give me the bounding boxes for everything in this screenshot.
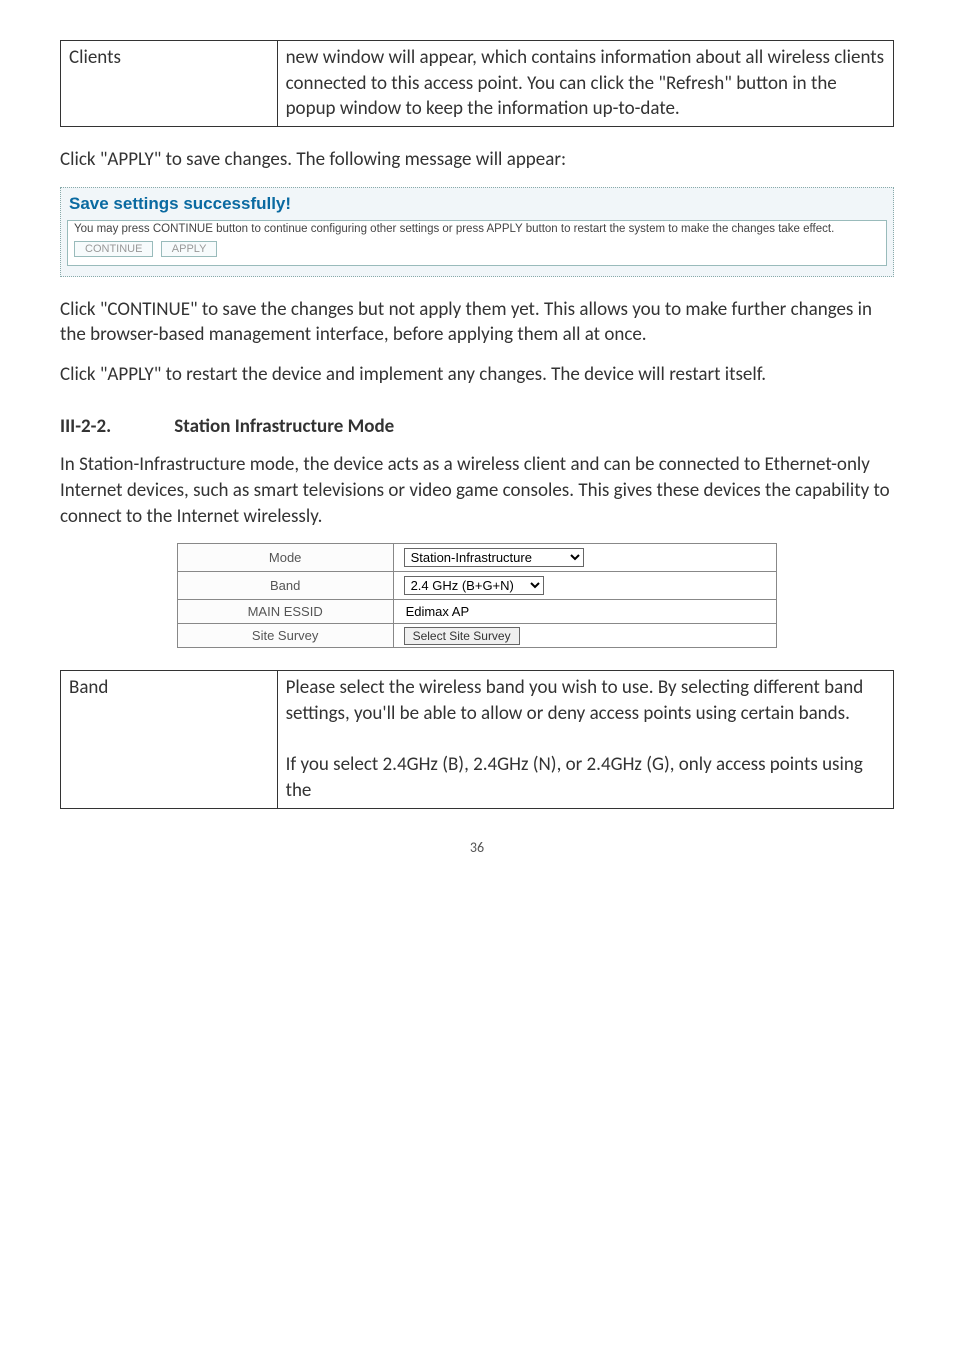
select-site-survey-button[interactable]: Select Site Survey (404, 627, 520, 645)
band-desc-p2: If you select 2.4GHz (B), 2.4GHz (N), or… (286, 753, 863, 802)
band-value-cell: 2.4 GHz (B+G+N) (393, 572, 777, 600)
save-settings-fieldset: You may press CONTINUE button to continu… (67, 220, 887, 266)
continue-button[interactable]: CONTINUE (74, 241, 153, 257)
clients-desc-cell: new window will appear, which contains i… (277, 41, 893, 127)
station-mode-para: In Station-Infrastructure mode, the devi… (60, 452, 894, 529)
band-desc-p1: Please select the wireless band you wish… (286, 676, 864, 725)
continue-explain-para: Click "CONTINUE" to save the changes but… (60, 297, 894, 348)
section-title: Station Infrastructure Mode (174, 415, 394, 438)
page-number: 36 (60, 839, 894, 856)
essid-input[interactable] (404, 604, 628, 619)
save-settings-title: Save settings successfully! (69, 194, 887, 214)
band-desc-cell: Please select the wireless band you wish… (277, 671, 893, 808)
apply-button[interactable]: APPLY (161, 241, 218, 257)
band-label-cell: Band (61, 671, 278, 808)
mode-value-cell: Station-Infrastructure (393, 544, 777, 572)
essid-label: MAIN ESSID (177, 600, 393, 624)
save-settings-panel: Save settings successfully! You may pres… (60, 187, 894, 277)
band-desc-table: Band Please select the wireless band you… (60, 670, 894, 808)
section-heading: III-2-2. Station Infrastructure Mode (60, 415, 894, 438)
survey-value-cell: Select Site Survey (393, 624, 777, 648)
survey-label: Site Survey (177, 624, 393, 648)
section-number: III-2-2. (60, 415, 170, 438)
mode-select[interactable]: Station-Infrastructure (404, 548, 584, 567)
band-select[interactable]: 2.4 GHz (B+G+N) (404, 576, 544, 595)
band-label: Band (177, 572, 393, 600)
clients-label-cell: Clients (61, 41, 278, 127)
save-settings-message: You may press CONTINUE button to continu… (74, 223, 880, 235)
clients-desc-table: Clients new window will appear, which co… (60, 40, 894, 127)
essid-value-cell (393, 600, 777, 624)
config-table-screenshot: Mode Station-Infrastructure Band 2.4 GHz… (177, 543, 777, 648)
mode-label: Mode (177, 544, 393, 572)
apply-instruction-para: Click "APPLY" to save changes. The follo… (60, 147, 894, 173)
save-settings-screenshot: Save settings successfully! You may pres… (60, 187, 894, 277)
apply-explain-para: Click "APPLY" to restart the device and … (60, 362, 894, 388)
